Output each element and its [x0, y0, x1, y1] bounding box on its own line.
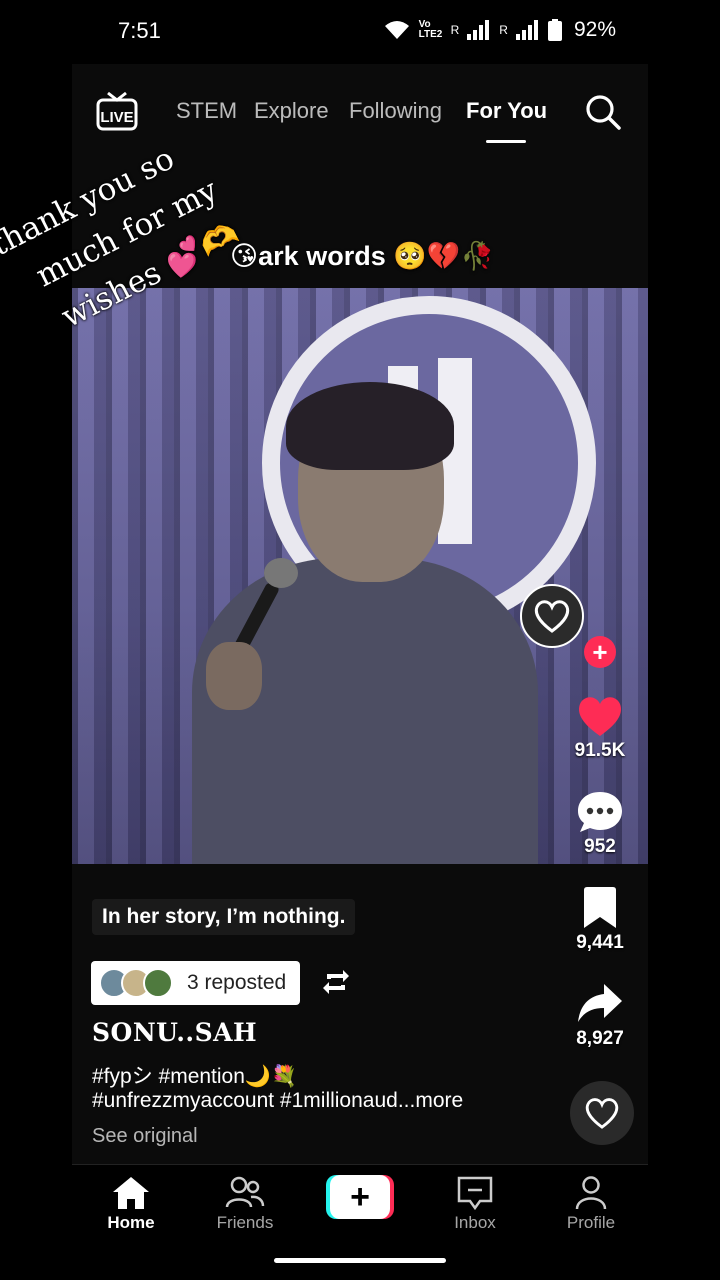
nav-inbox-label: Inbox [454, 1213, 496, 1232]
performer-hand [206, 642, 262, 710]
see-original-link[interactable]: See original [92, 1125, 198, 1148]
post-hashtags-line2[interactable]: #unfrezzmyaccount #1millionaud...more [92, 1089, 463, 1113]
volte-label: Vo LTE2 [418, 19, 443, 40]
repost-icon[interactable] [321, 967, 351, 997]
creator-username[interactable]: SONU..SAH [92, 1018, 257, 1047]
bookmark-icon [584, 887, 616, 928]
comment-count: 952 [584, 836, 616, 857]
nav-profile[interactable]: Profile [546, 1175, 636, 1233]
heart-outline-icon [534, 600, 570, 633]
follow-button[interactable]: + [584, 636, 616, 668]
performer-hair [286, 382, 454, 470]
nav-home-label: Home [107, 1213, 155, 1232]
nav-friends[interactable]: Friends [200, 1175, 290, 1233]
friends-icon [225, 1176, 265, 1208]
home-indicator[interactable] [274, 1258, 446, 1263]
tab-for-you[interactable]: For You [466, 98, 547, 124]
heart-outline-icon [585, 1098, 619, 1129]
nav-inbox[interactable]: Inbox [430, 1175, 520, 1233]
bookmark-button[interactable]: 9,441 [560, 886, 640, 954]
nav-friends-label: Friends [216, 1213, 274, 1232]
music-disc-button[interactable] [570, 1081, 634, 1145]
search-icon[interactable] [584, 93, 622, 131]
performer-body [192, 558, 538, 864]
nav-profile-label: Profile [566, 1213, 616, 1232]
live-icon[interactable]: LIVE [96, 91, 138, 131]
battery-icon [547, 19, 562, 41]
create-button[interactable]: + [326, 1175, 394, 1219]
status-bar: 7:51 Vo LTE2 R R 92% [0, 0, 720, 64]
battery-percent: 92% [573, 18, 616, 41]
signal-icon-2 [515, 20, 538, 40]
comment-icon [578, 792, 622, 832]
bottom-navigation: Home Friends + Inbox Profile [72, 1164, 648, 1242]
nav-home[interactable]: Home [86, 1175, 176, 1233]
tab-following[interactable]: Following [349, 98, 442, 124]
overlay-text: ark words 🥺💔🥀 [258, 241, 495, 271]
avatar [143, 968, 173, 998]
profile-icon [575, 1176, 607, 1210]
repost-text: 3 reposted [187, 971, 287, 994]
create-plus-icon: + [330, 1175, 390, 1219]
active-tab-indicator [486, 140, 526, 143]
reposter-avatars [99, 968, 173, 998]
repost-badge[interactable]: 3 reposted [91, 961, 301, 1005]
signal-icon-1 [467, 20, 490, 40]
creator-avatar[interactable] [520, 584, 584, 648]
share-count: 8,927 [576, 1028, 624, 1049]
tab-explore[interactable]: Explore [254, 98, 329, 124]
share-button[interactable]: 8,927 [560, 982, 640, 1050]
heart-filled-icon [579, 697, 621, 736]
like-button[interactable]: 91.5K [560, 694, 640, 762]
live-label: LIVE [100, 109, 133, 126]
wifi-icon [384, 21, 409, 39]
home-icon [113, 1177, 149, 1209]
comment-button[interactable]: 952 [560, 790, 640, 858]
bookmark-count: 9,441 [576, 932, 624, 953]
roaming-label-2: R [499, 23, 508, 37]
share-arrow-icon [578, 984, 622, 1022]
like-count: 91.5K [574, 740, 626, 761]
microphone-head [264, 558, 298, 588]
status-indicators: Vo LTE2 R R 92% [383, 18, 616, 42]
inbox-icon [457, 1176, 493, 1211]
post-hashtags-line1[interactable]: #fypシ #mention🌙💐 [92, 1060, 297, 1090]
status-time: 7:51 [118, 18, 161, 43]
roaming-label-1: R [450, 23, 460, 37]
video-subtitle: In her story, I’m nothing. [92, 899, 356, 935]
